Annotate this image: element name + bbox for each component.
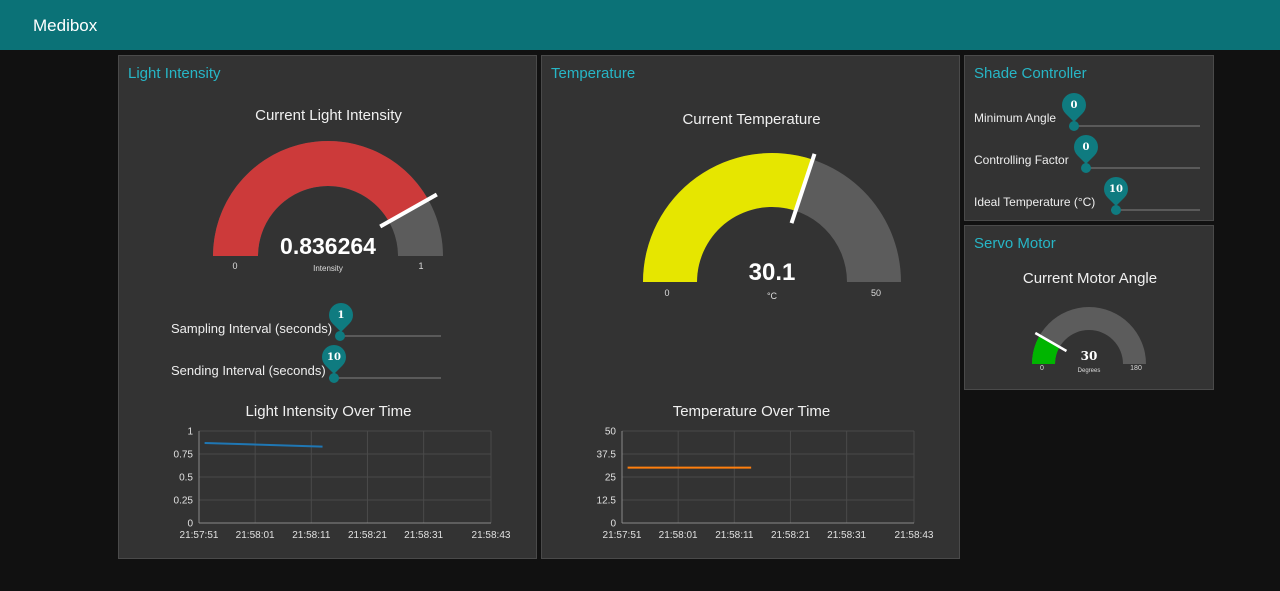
app-title: Medibox (33, 16, 98, 35)
gauge-min-label: 0 (232, 261, 237, 271)
minimum-angle-slider[interactable] (1074, 125, 1200, 127)
y-tick-label: 12.5 (597, 496, 617, 507)
y-tick-label: 25 (605, 473, 617, 484)
minimum-angle-label: Minimum Angle (974, 111, 1057, 125)
x-tick-label: 21:58:31 (827, 530, 866, 541)
controlling-factor-value: 0 (1082, 142, 1090, 153)
gauge-max-label: 180 (1130, 365, 1142, 372)
x-tick-label: 21:58:21 (348, 530, 387, 541)
minimum-angle-value: 0 (1070, 100, 1078, 111)
temperature-gauge: 30.1 °C 0 50 (643, 153, 901, 301)
sending-interval-thumb[interactable] (329, 373, 339, 383)
sending-interval-value: 10 (327, 352, 341, 363)
gauge-value: 30.1 (749, 259, 796, 286)
shade-controller-card: Shade Controller Minimum Angle 0 Control… (964, 55, 1214, 221)
x-tick-label: 21:58:31 (404, 530, 443, 541)
gauge-max-label: 50 (871, 288, 881, 298)
top-bar: Medibox (0, 0, 1280, 50)
card-title: Shade Controller (974, 65, 1087, 82)
controlling-factor-label: Controlling Factor (974, 153, 1069, 167)
y-tick-label: 50 (605, 427, 617, 438)
gauge-title: Current Light Intensity (255, 107, 402, 124)
gauge-unit: Intensity (313, 264, 343, 273)
x-tick-label: 21:58:11 (715, 530, 754, 541)
x-tick-label: 21:58:43 (472, 530, 511, 541)
y-tick-label: 0 (187, 519, 193, 530)
light-intensity-gauge: 0.836264 Intensity 0 1 (213, 141, 443, 273)
ideal-temperature-slider[interactable] (1111, 209, 1200, 211)
gauge-max-label: 1 (418, 261, 423, 271)
sampling-interval-slider[interactable] (336, 335, 441, 337)
sending-interval-slider[interactable] (329, 377, 441, 379)
sending-interval-label: Sending Interval (seconds) (171, 363, 326, 378)
card-title: Temperature (551, 65, 636, 82)
x-tick-label: 21:58:01 (659, 530, 698, 541)
controlling-factor-slider[interactable] (1086, 167, 1200, 169)
gauge-value: 0.836264 (280, 233, 376, 259)
servo-angle-gauge: 30 Degrees 0 180 (1032, 307, 1146, 374)
gauge-min-label: 0 (1040, 365, 1044, 372)
temperature-card: Temperature Current Temperature 30.1 °C … (541, 55, 960, 559)
ideal-temperature-label: Ideal Temperature (°C) (974, 195, 1096, 209)
gauge-title: Current Motor Angle (1022, 270, 1158, 287)
gauge-title: Current Temperature (682, 111, 821, 128)
x-tick-label: 21:58:43 (895, 530, 934, 541)
light-intensity-card: Light Intensity Current Light Intensity … (118, 55, 537, 559)
card-title: Servo Motor (974, 235, 1056, 252)
light-intensity-chart: 0 0.25 0.5 0.75 1 21:57:51 21:58:01 21:58:11 21:… (174, 427, 511, 542)
sampling-interval-label: Sampling Interval (seconds) (171, 321, 333, 336)
gauge-unit: °C (767, 291, 778, 301)
x-tick-label: 21:58:01 (236, 530, 275, 541)
gauge-value: 30 (1081, 349, 1098, 363)
y-tick-label: 37.5 (597, 450, 617, 461)
card-title: Light Intensity (128, 65, 221, 82)
ideal-temperature-thumb[interactable] (1111, 205, 1121, 215)
ideal-temperature-value: 10 (1109, 184, 1123, 195)
temperature-chart: 0 12.5 25 37.5 50 21:57:51 21:58:01 21:58:11 21:… (597, 427, 934, 542)
y-tick-label: 0.25 (174, 496, 194, 507)
y-tick-label: 0.75 (174, 450, 194, 461)
x-tick-label: 21:57:51 (180, 530, 219, 541)
y-tick-label: 0.5 (179, 473, 193, 484)
x-tick-label: 21:57:51 (603, 530, 642, 541)
y-tick-label: 1 (187, 427, 193, 438)
controlling-factor-thumb[interactable] (1081, 163, 1091, 173)
sampling-interval-thumb[interactable] (335, 331, 345, 341)
gauge-min-label: 0 (664, 288, 669, 298)
x-tick-label: 21:58:21 (771, 530, 810, 541)
x-tick-label: 21:58:11 (292, 530, 331, 541)
sampling-interval-value: 1 (337, 310, 345, 321)
chart-title: Light Intensity Over Time (245, 403, 412, 420)
minimum-angle-thumb[interactable] (1069, 121, 1079, 131)
chart-title: Temperature Over Time (672, 403, 831, 420)
y-tick-label: 0 (610, 519, 616, 530)
servo-motor-card: Servo Motor Current Motor Angle 30 Degre… (964, 225, 1214, 390)
gauge-unit: Degrees (1078, 368, 1101, 374)
series-line (204, 441, 323, 448)
